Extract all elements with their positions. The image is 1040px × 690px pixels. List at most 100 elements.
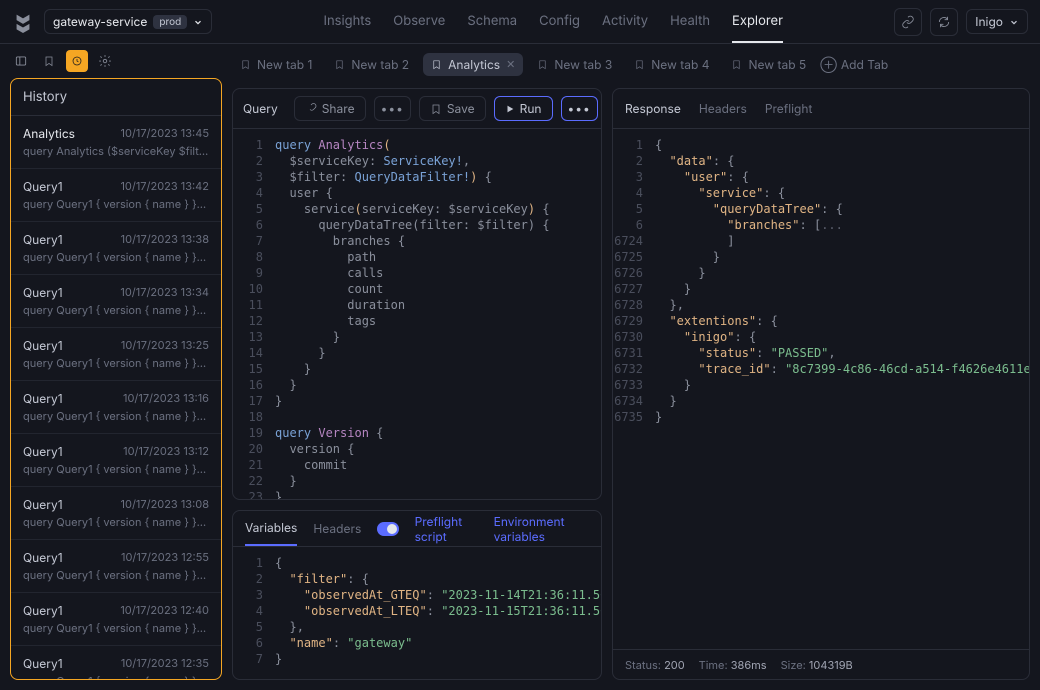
editor-tab[interactable]: New tab 2 [326,53,417,76]
sidebar-icon [14,54,28,68]
history-item[interactable]: Query110/17/2023 12:55query Query1 { ver… [11,540,221,593]
user-name: Inigo [975,14,1003,29]
editor-tab[interactable]: Analytics✕ [423,53,523,76]
code-line: 9 calls [233,265,601,281]
bookmark-icon [334,59,345,70]
history-item-title: Query1 [23,391,63,406]
variables-tab[interactable]: Headers [313,512,361,545]
app-logo [12,11,34,33]
code-line: 7} [233,651,601,667]
history-item-preview: query Query1 { version { name } } query … [23,674,209,679]
response-tab[interactable]: Headers [699,101,747,116]
response-footer: Status: 200 Time: 386ms Size: 104319B [613,649,1029,679]
service-selector[interactable]: gateway-service prod [44,9,212,34]
clock-icon [71,55,83,67]
share-button[interactable]: Share [294,96,366,121]
run-button[interactable]: Run [494,96,553,121]
history-list[interactable]: Analytics10/17/2023 13:45query Analytics… [11,116,221,679]
editor-tab[interactable]: New tab 5 [723,53,814,76]
bookmarks-button[interactable] [38,50,60,72]
add-tab-button[interactable]: ⊕ Add Tab [820,57,888,72]
save-button[interactable]: Save [419,96,486,121]
editor-tab[interactable]: New tab 1 [232,53,320,76]
bookmark-icon [431,59,442,70]
code-line: 6 "branches": [... [613,217,1029,233]
code-line: 6 queryDataTree(filter: $filter) { [233,217,601,233]
topnav-item[interactable]: Observe [393,1,445,43]
code-line: 21 commit [233,457,601,473]
history-item-time: 10/17/2023 13:42 [120,179,209,194]
panel-collapse-button[interactable] [10,50,32,72]
history-item[interactable]: Query110/17/2023 13:42query Query1 { ver… [11,169,221,222]
history-item-time: 10/17/2023 13:12 [123,444,209,459]
history-item-title: Query1 [23,656,63,671]
variables-editor[interactable]: 1{2 "filter": {3 "observedAt_GTEQ": "202… [233,547,601,679]
close-icon[interactable]: ✕ [506,57,515,71]
topnav-item[interactable]: Explorer [732,1,783,43]
share-more-button[interactable]: ••• [374,96,411,121]
link-icon-button[interactable] [894,8,922,36]
code-line: 6731 "status": "PASSED", [613,345,1029,361]
variables-tab[interactable]: Variables [245,511,297,546]
code-line: 18 [233,409,601,425]
history-item[interactable]: Analytics10/17/2023 13:45query Analytics… [11,116,221,169]
code-line: 20 version { [233,441,601,457]
history-item[interactable]: Query110/17/2023 12:40query Query1 { ver… [11,593,221,646]
history-item[interactable]: Query110/17/2023 13:08query Query1 { ver… [11,487,221,540]
history-item-preview: query Query1 { version { name } } query … [23,568,209,582]
response-tab[interactable]: Response [625,101,681,116]
history-item-time: 10/17/2023 12:35 [121,656,209,671]
env-vars-link[interactable]: Environment variables [494,514,589,544]
editor-tab[interactable]: New tab 4 [626,53,717,76]
history-item-preview: query Query1 { version { name } } query … [23,250,209,264]
user-menu[interactable]: Inigo [966,9,1028,34]
bookmark-icon [43,55,55,67]
history-item-preview: query Query1 { version { name } } query … [23,303,209,317]
response-tabs: Response Headers Preflight [613,89,1029,129]
query-panel: Query Share ••• Save Ru [232,88,602,500]
history-item-title: Query1 [23,497,63,512]
history-item[interactable]: Query110/17/2023 13:25query Query1 { ver… [11,328,221,381]
refresh-icon-button[interactable] [930,8,958,36]
code-line: 12 tags [233,313,601,329]
history-item[interactable]: Query110/17/2023 13:12query Query1 { ver… [11,434,221,487]
topnav-item[interactable]: Activity [602,1,648,43]
code-line: 15 } [233,361,601,377]
history-item[interactable]: Query1 10/17/2023 12:35 query Query1 { ver… [11,646,221,679]
code-line: 3 $filter: QueryDataFilter!) { [233,169,601,185]
topnav-item[interactable]: Schema [467,1,517,43]
history-item-time: 10/17/2023 13:25 [121,338,209,353]
query-editor[interactable]: 1query Analytics(2 $serviceKey: ServiceK… [233,129,601,499]
dots-icon: ••• [381,101,404,116]
editor-tab[interactable]: New tab 3 [529,53,620,76]
chevron-down-icon [1009,17,1019,27]
code-line: 1{ [233,555,601,571]
history-item-title: Query1 [23,232,63,247]
run-more-button[interactable]: ••• [561,96,598,121]
variables-tabs: Variables Headers Preflight script Environm… [233,511,601,547]
history-item-time: 10/17/2023 13:45 [120,126,209,141]
history-item-time: 10/17/2023 13:08 [121,497,209,512]
code-line: 5 "queryDataTree": { [613,201,1029,217]
history-item[interactable]: Query110/17/2023 13:34query Query1 { ver… [11,275,221,328]
response-tab[interactable]: Preflight [765,101,813,116]
left-column: History Analytics10/17/2023 13:45query A… [0,44,232,690]
preflight-toggle[interactable] [377,522,398,536]
code-line: 2 "filter": { [233,571,601,587]
code-line: 5 }, [233,619,601,635]
chevron-down-icon [193,17,203,27]
settings-button[interactable] [94,50,116,72]
topbar: gateway-service prod Insights Observe Sche… [0,0,1040,44]
plus-icon: ⊕ [820,57,837,72]
topnav-item[interactable]: Insights [323,1,371,43]
preflight-script-link[interactable]: Preflight script [415,514,478,544]
history-button[interactable] [66,50,88,72]
code-line: 6732 "trace_id": "8c7399-4c86-46cd-a514-… [613,361,1029,377]
response-viewer[interactable]: 1{2 "data": {3 "user": {4 "service": {5 … [613,129,1029,649]
history-item[interactable]: Query110/17/2023 13:16query Query1 { ver… [11,381,221,434]
topnav-item[interactable]: Config [539,1,580,43]
code-line: 6730 "inigo": { [613,329,1029,345]
topnav-item[interactable]: Health [670,1,710,43]
history-item[interactable]: Query110/17/2023 13:38query Query1 { ver… [11,222,221,275]
code-line: 3 "observedAt_GTEQ": "2023-11-14T21:36:1… [233,587,601,603]
